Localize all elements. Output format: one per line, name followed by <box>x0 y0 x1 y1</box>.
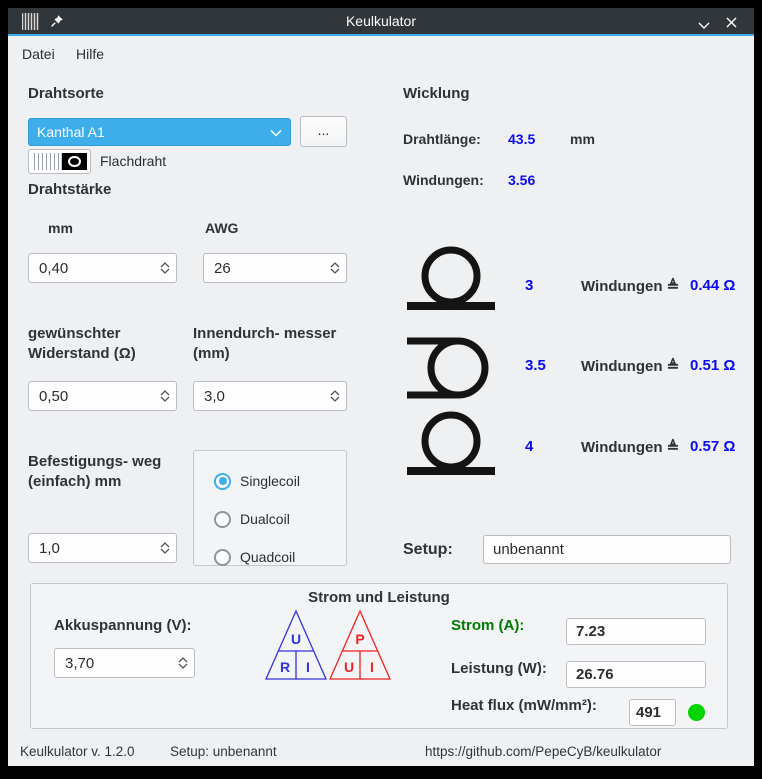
spinner-arrows-icon[interactable] <box>330 262 340 274</box>
coil-row-label: Windungen ≜ <box>581 357 679 375</box>
windungen-label: Windungen: <box>403 172 484 188</box>
akkuspannung-label: Akkuspannung (V): <box>54 617 192 634</box>
window-title: Keulkulator <box>8 13 754 29</box>
setup-label: Setup: <box>403 541 453 559</box>
spinner-arrows-icon[interactable] <box>178 657 188 669</box>
svg-text:U: U <box>344 659 354 675</box>
round-wire-icon <box>31 153 62 170</box>
coil-row-resistance: 0.57 Ω <box>690 438 735 455</box>
wire-more-button[interactable]: ... <box>300 116 347 147</box>
wire-mm-spinner[interactable]: 0,40 <box>28 253 177 283</box>
innendurchmesser-heading: Innendurch- messer (mm) <box>193 324 343 364</box>
mm-label: mm <box>48 220 73 236</box>
minimize-chevron-icon[interactable] <box>698 17 710 35</box>
strom-output[interactable] <box>566 618 706 645</box>
leistung-label: Leistung (W): <box>451 660 547 677</box>
spinner-arrows-icon[interactable] <box>160 262 170 274</box>
drahtlaenge-value: 43.5 <box>508 131 535 147</box>
flat-wire-icon <box>62 153 87 170</box>
coil-full-wrap-icon <box>404 407 498 486</box>
menu-datei[interactable]: Datei <box>16 44 61 64</box>
menu-hilfe[interactable]: Hilfe <box>70 44 110 64</box>
befestigungsweg-heading: Befestigungs- weg (einfach) mm <box>28 452 188 492</box>
strom-label: Strom (A): <box>451 617 524 634</box>
coil-half-wrap-icon <box>404 328 498 411</box>
setup-input[interactable] <box>483 535 731 564</box>
chevron-down-icon <box>270 124 282 140</box>
svg-text:P: P <box>355 631 364 647</box>
coil-row-turns: 3.5 <box>525 357 546 374</box>
drahtstaerke-heading: Drahtstärke <box>28 180 111 200</box>
coil-row-label: Windungen ≜ <box>581 277 679 295</box>
strom-leistung-title: Strom und Leistung <box>31 589 727 606</box>
svg-text:I: I <box>370 659 374 675</box>
svg-text:I: I <box>306 659 310 675</box>
close-icon[interactable] <box>726 15 737 33</box>
ohms-law-triangles-icon: U R I P U I <box>263 608 395 689</box>
statusbar-setup: Setup: unbenannt <box>170 744 277 759</box>
akkuspannung-spinner[interactable]: 3,70 <box>54 648 195 678</box>
drahtlaenge-unit: mm <box>570 131 595 147</box>
svg-text:R: R <box>280 659 290 675</box>
statusbar-version: Keulkulator v. 1.2.0 <box>20 744 135 759</box>
radio-dualcoil[interactable]: Dualcoil <box>214 499 346 539</box>
flachdraht-toggle[interactable] <box>28 149 91 174</box>
statusbar-url: https://github.com/PepeCyB/keulkulator <box>425 744 661 759</box>
wire-type-dropdown[interactable]: Kanthal A1 <box>28 118 291 146</box>
heatflux-status-dot <box>688 704 705 721</box>
innendurchmesser-spinner[interactable]: 3,0 <box>193 381 347 411</box>
coil-row-resistance: 0.51 Ω <box>690 357 735 374</box>
coil-row-resistance: 0.44 Ω <box>690 277 735 294</box>
coil-full-wrap-icon <box>404 242 498 321</box>
wicklung-heading: Wicklung <box>403 84 470 104</box>
widerstand-heading: gewünschter Widerstand (Ω) <box>28 324 193 364</box>
spinner-arrows-icon[interactable] <box>160 390 170 402</box>
radio-singlecoil[interactable]: Singlecoil <box>214 463 346 499</box>
flachdraht-label: Flachdraht <box>100 153 166 169</box>
wire-awg-spinner[interactable]: 26 <box>203 253 347 283</box>
radio-unchecked-icon <box>214 549 231 566</box>
heatflux-label: Heat flux (mW/mm²): <box>451 697 597 714</box>
coil-row-turns: 3 <box>525 277 533 294</box>
svg-text:U: U <box>291 631 301 647</box>
coil-row-label: Windungen ≜ <box>581 438 679 456</box>
wire-type-selected: Kanthal A1 <box>37 124 270 140</box>
befestigungsweg-spinner[interactable]: 1,0 <box>28 533 177 563</box>
radio-checked-icon <box>214 473 231 490</box>
heatflux-output[interactable] <box>629 699 676 726</box>
coil-row-turns: 4 <box>525 438 533 455</box>
coil-type-group: Singlecoil Dualcoil Quadcoil <box>193 450 347 566</box>
radio-quadcoil[interactable]: Quadcoil <box>214 539 346 575</box>
drahtlaenge-label: Drahtlänge: <box>403 131 481 147</box>
strom-leistung-group: Strom und Leistung Akkuspannung (V): 3,7… <box>30 583 728 729</box>
app-window: Keulkulator Datei Hilfe Drahtsorte Kanth… <box>8 8 754 766</box>
spinner-arrows-icon[interactable] <box>330 390 340 402</box>
windungen-value: 3.56 <box>508 172 535 188</box>
spinner-arrows-icon[interactable] <box>160 542 170 554</box>
awg-label: AWG <box>205 220 238 236</box>
drahtsorte-heading: Drahtsorte <box>28 84 104 104</box>
widerstand-spinner[interactable]: 0,50 <box>28 381 177 411</box>
titlebar[interactable]: Keulkulator <box>8 8 754 36</box>
radio-unchecked-icon <box>214 511 231 528</box>
leistung-output[interactable] <box>566 661 706 688</box>
